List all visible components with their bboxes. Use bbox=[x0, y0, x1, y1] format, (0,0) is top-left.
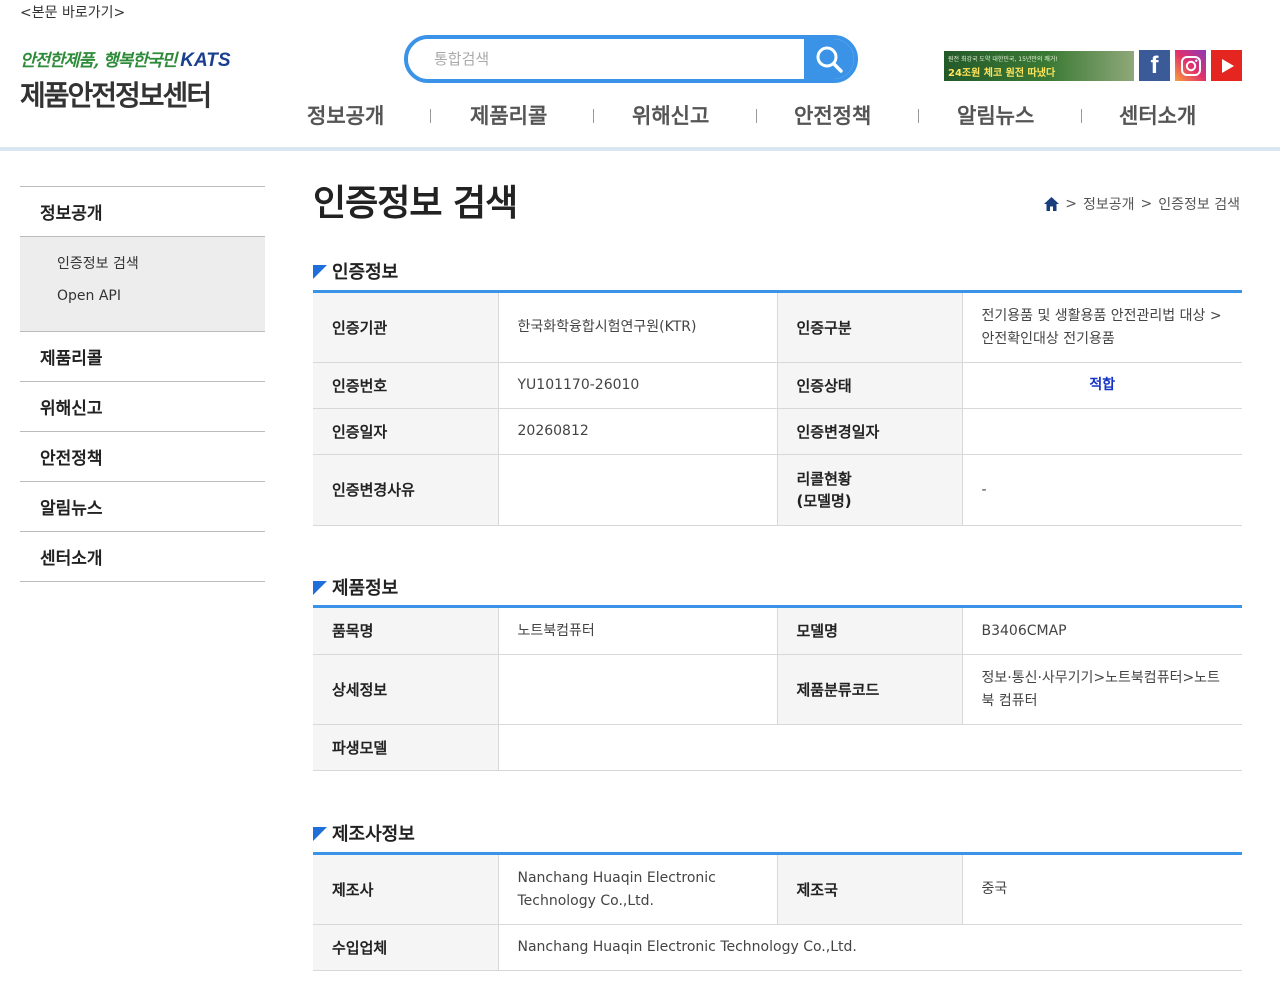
skip-to-content-link[interactable]: <본문 바로가기> bbox=[20, 2, 125, 22]
product-item-value: 노트북컴퓨터 bbox=[498, 606, 778, 655]
instagram-link[interactable] bbox=[1175, 50, 1206, 81]
cert-date-value: 20260812 bbox=[498, 408, 778, 455]
table-row: 인증기관 한국화학융합시험연구원(KTR) 인증구분 전기용품 및 생활용품 안… bbox=[313, 291, 1242, 363]
youtube-link[interactable] bbox=[1211, 50, 1242, 81]
banner-headline: 24조원 체코 원전 따냈다 bbox=[948, 68, 1056, 79]
cert-change-reason-label: 인증변경사유 bbox=[313, 454, 499, 526]
breadcrumb-separator: > bbox=[1140, 196, 1153, 212]
cert-date-label: 인증일자 bbox=[313, 408, 499, 455]
product-class-label: 제품분류코드 bbox=[777, 654, 963, 725]
nav-divider bbox=[918, 109, 919, 123]
search-box bbox=[404, 35, 858, 83]
cert-info-table: 인증기관 한국화학융합시험연구원(KTR) 인증구분 전기용품 및 생활용품 안… bbox=[313, 290, 1242, 526]
cert-status-cell: 적합 bbox=[962, 362, 1242, 409]
breadcrumb: > 정보공개 > 인증정보 검색 bbox=[1044, 194, 1240, 214]
sidebar-item-safety-policy[interactable]: 안전정책 bbox=[20, 432, 265, 482]
search-input[interactable] bbox=[408, 39, 806, 79]
product-model-value: B3406CMAP bbox=[962, 606, 1242, 655]
table-row: 인증일자 20260812 인증변경일자 bbox=[313, 408, 1242, 455]
nav-safety-policy[interactable]: 안전정책 bbox=[794, 100, 871, 130]
section-cert-info-title: 인증정보 bbox=[313, 258, 398, 284]
nav-news[interactable]: 알림뉴스 bbox=[957, 100, 1034, 130]
sidebar-sub-open-api[interactable]: Open API bbox=[57, 285, 265, 317]
table-row: 인증변경사유 리콜현황 (모델명) - bbox=[313, 454, 1242, 526]
table-row: 품목명 노트북컴퓨터 모델명 B3406CMAP bbox=[313, 606, 1242, 655]
cert-number-label: 인증번호 bbox=[313, 362, 499, 409]
product-derived-value bbox=[498, 724, 1242, 771]
maker-info-table: 제조사 Nanchang Huaqin Electronic Technolog… bbox=[313, 852, 1242, 971]
table-row: 상세정보 제품분류코드 정보·통신·사무기기>노트북컴퓨터>노트북 컴퓨터 bbox=[313, 654, 1242, 725]
cert-agency-label: 인증기관 bbox=[313, 291, 499, 363]
page-title: 인증정보 검색 bbox=[313, 183, 518, 224]
section-maker-info-title: 제조사정보 bbox=[313, 820, 415, 846]
cert-change-date-label: 인증변경일자 bbox=[777, 408, 963, 455]
product-detail-label: 상세정보 bbox=[313, 654, 499, 725]
product-detail-value bbox=[498, 654, 778, 725]
breadcrumb-info-disclosure[interactable]: 정보공개 bbox=[1083, 194, 1135, 214]
cert-change-reason-value bbox=[498, 454, 778, 526]
sidebar-item-news[interactable]: 알림뉴스 bbox=[20, 482, 265, 532]
product-model-label: 모델명 bbox=[777, 606, 963, 655]
importer-label: 수입업체 bbox=[313, 924, 499, 971]
kats-logo: KATS bbox=[180, 50, 231, 71]
breadcrumb-current: 인증정보 검색 bbox=[1158, 197, 1240, 213]
cert-change-date-value bbox=[962, 408, 1242, 455]
nav-divider bbox=[593, 109, 594, 123]
instagram-icon bbox=[1180, 55, 1201, 76]
maker-value: Nanchang Huaqin Electronic Technology Co… bbox=[498, 853, 778, 925]
promo-banner[interactable]: 원전 최강국 도약 대한민국, 15년만의 쾌거! 24조원 체코 원전 따냈다 bbox=[944, 51, 1134, 81]
table-row: 인증번호 YU101170-26010 인증상태 적합 bbox=[313, 362, 1242, 409]
product-class-value: 정보·통신·사무기기>노트북컴퓨터>노트북 컴퓨터 bbox=[962, 654, 1242, 725]
nav-about-center[interactable]: 센터소개 bbox=[1119, 100, 1196, 130]
table-row: 제조사 Nanchang Huaqin Electronic Technolog… bbox=[313, 853, 1242, 925]
cert-agency-value: 한국화학융합시험연구원(KTR) bbox=[498, 291, 778, 363]
importer-value: Nanchang Huaqin Electronic Technology Co… bbox=[498, 924, 1242, 971]
table-row: 파생모델 bbox=[313, 724, 1242, 771]
maker-country-label: 제조국 bbox=[777, 853, 963, 925]
section-marker-icon bbox=[313, 826, 327, 841]
logo-slogan: 안전한제품, 행복한국민 KATS bbox=[20, 50, 231, 71]
maker-country-value: 중국 bbox=[962, 853, 1242, 925]
facebook-link[interactable]: f bbox=[1139, 50, 1170, 81]
search-button[interactable] bbox=[804, 39, 854, 79]
breadcrumb-separator: > bbox=[1065, 196, 1077, 212]
maker-label: 제조사 bbox=[313, 853, 499, 925]
banner-caption: 원전 최강국 도약 대한민국, 15년만의 쾌거! bbox=[948, 56, 1058, 63]
cert-status-label: 인증상태 bbox=[777, 362, 963, 409]
section-marker-icon bbox=[313, 264, 327, 279]
table-row: 수입업체 Nanchang Huaqin Electronic Technolo… bbox=[313, 924, 1242, 971]
facebook-icon: f bbox=[1150, 51, 1159, 79]
recall-status-value: - bbox=[962, 454, 1242, 526]
nav-info-disclosure[interactable]: 정보공개 bbox=[307, 100, 384, 130]
home-icon[interactable] bbox=[1044, 197, 1060, 211]
sidebar-sub-cert-search[interactable]: 인증정보 검색 bbox=[57, 253, 265, 285]
sidebar-item-about-center[interactable]: 센터소개 bbox=[20, 532, 265, 582]
sidebar-item-product-recall[interactable]: 제품리콜 bbox=[20, 332, 265, 382]
sidebar-submenu: 인증정보 검색 Open API bbox=[20, 237, 265, 332]
product-derived-label: 파생모델 bbox=[313, 724, 499, 771]
cert-status-value: 적합 bbox=[1089, 377, 1116, 393]
sidebar-item-info-disclosure[interactable]: 정보공개 bbox=[20, 187, 265, 237]
cert-number-value: YU101170-26010 bbox=[498, 362, 778, 409]
nav-product-recall[interactable]: 제품리콜 bbox=[470, 100, 547, 130]
nav-hazard-report[interactable]: 위해신고 bbox=[632, 100, 709, 130]
nav-divider bbox=[430, 109, 431, 123]
sidebar-item-hazard-report[interactable]: 위해신고 bbox=[20, 382, 265, 432]
youtube-icon bbox=[1221, 58, 1234, 73]
product-item-label: 품목명 bbox=[313, 606, 499, 655]
section-marker-icon bbox=[313, 580, 327, 595]
product-info-table: 품목명 노트북컴퓨터 모델명 B3406CMAP 상세정보 제품분류코드 정보·… bbox=[313, 605, 1242, 771]
sidebar: 정보공개 인증정보 검색 Open API 제품리콜 위해신고 안전정책 알림뉴… bbox=[20, 186, 265, 582]
header-divider bbox=[0, 147, 1280, 151]
recall-status-label: 리콜현황 (모델명) bbox=[777, 454, 963, 526]
cert-type-value: 전기용품 및 생활용품 안전관리법 대상 >안전확인대상 전기용품 bbox=[962, 291, 1242, 363]
nav-divider bbox=[1081, 109, 1082, 123]
search-icon bbox=[816, 46, 843, 73]
nav-divider bbox=[756, 109, 757, 123]
section-product-info-title: 제품정보 bbox=[313, 574, 398, 600]
cert-type-label: 인증구분 bbox=[777, 291, 963, 363]
main-nav: 정보공개 제품리콜 위해신고 안전정책 알림뉴스 센터소개 bbox=[0, 100, 1280, 130]
